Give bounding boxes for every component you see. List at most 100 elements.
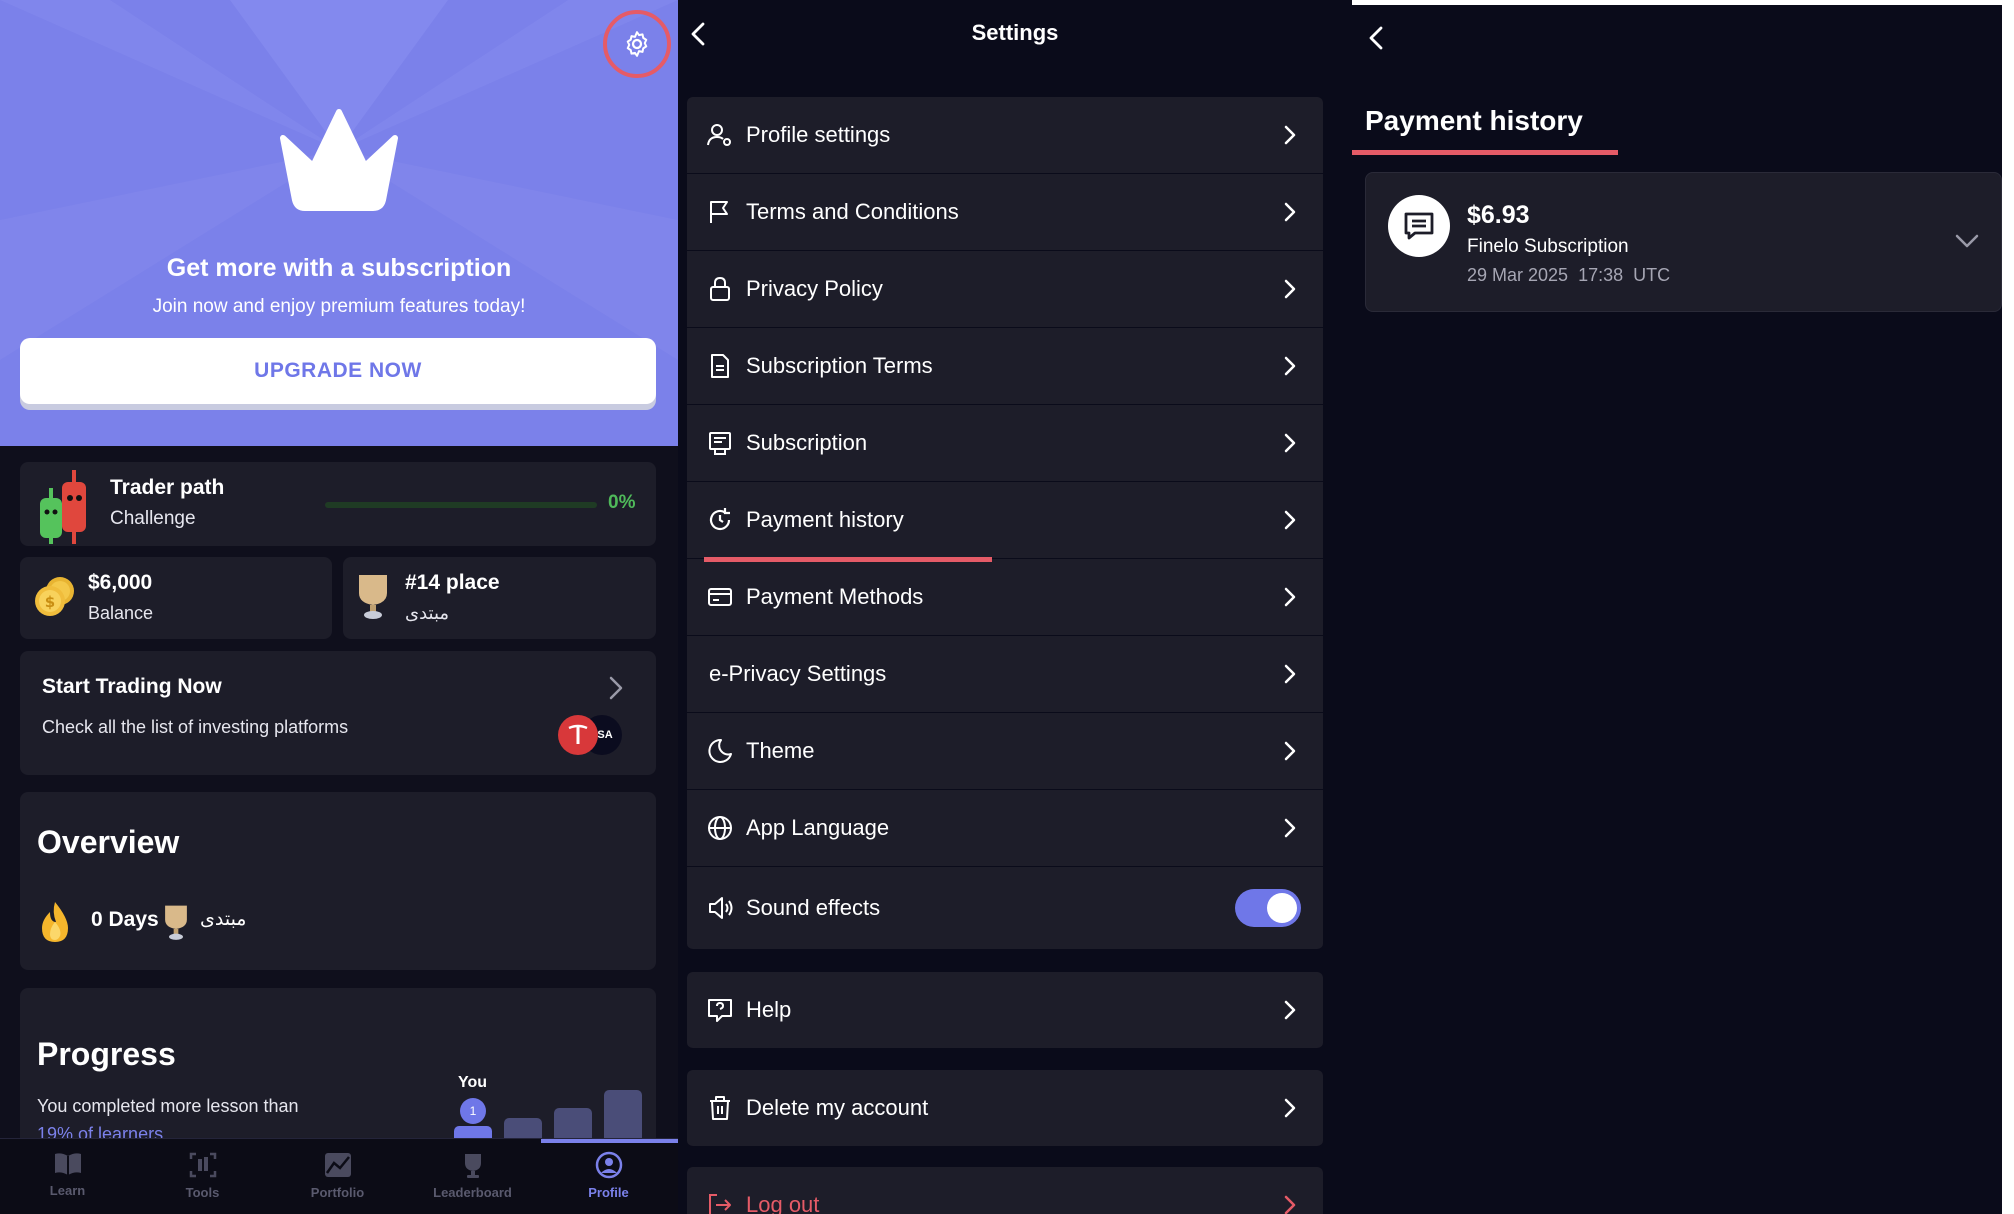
toggle-knob [1267, 893, 1297, 923]
place-level-label: مبتدى [405, 603, 450, 623]
leaderboard-place-card[interactable]: #14 place مبتدى [343, 557, 656, 639]
settings-item-payment-history[interactable]: Payment history [687, 482, 1323, 559]
chevron-right-icon [1284, 664, 1296, 684]
settings-item-log-out[interactable]: Log out [687, 1167, 1323, 1214]
settings-label: Terms and Conditions [746, 199, 959, 224]
chevron-right-icon [1284, 1098, 1296, 1118]
crown-icon [280, 109, 398, 211]
svg-text:$: $ [45, 593, 55, 611]
settings-item-subscription[interactable]: Subscription [687, 405, 1323, 482]
settings-screen: Settings Profile settings Terms and Cond… [678, 0, 1352, 1214]
overview-card: Overview 0 Days مبتدى [20, 792, 656, 970]
nav-profile[interactable]: Profile [541, 1151, 676, 1200]
streak-days: 0 Days [91, 908, 159, 931]
portfolio-icon [324, 1153, 351, 1177]
nav-tools[interactable]: Tools [135, 1151, 270, 1200]
user-settings-icon [707, 124, 731, 146]
level-cup-icon [165, 905, 187, 940]
payment-icon-circle [1388, 195, 1450, 257]
subscription-subtitle: Join now and enjoy premium features toda… [152, 296, 526, 317]
profile-icon [595, 1151, 622, 1179]
document-icon [711, 354, 729, 378]
settings-label: Help [746, 997, 792, 1022]
chevron-right-icon [1284, 279, 1296, 299]
start-trading-subtitle: Check all the list of investing platform… [42, 717, 349, 737]
settings-label: Subscription [746, 430, 868, 455]
settings-label: Theme [746, 738, 815, 763]
message-receipt-icon [1404, 212, 1434, 240]
overview-title: Overview [37, 824, 180, 860]
card-icon [708, 588, 732, 606]
settings-item-profile-settings[interactable]: Profile settings [687, 97, 1323, 174]
payment-timezone: UTC [1633, 265, 1671, 285]
settings-item-payment-methods[interactable]: Payment Methods [687, 559, 1323, 636]
chevron-right-icon [1284, 587, 1296, 607]
trash-icon [710, 1096, 730, 1120]
nav-label-portfolio: Portfolio [310, 1185, 365, 1200]
trader-path-progress-bar [325, 502, 597, 508]
back-arrow-icon[interactable] [1366, 22, 1386, 54]
payment-date: 29 Mar 2025 [1467, 265, 1569, 285]
settings-item-delete-account[interactable]: Delete my account [687, 1070, 1323, 1147]
place-value: #14 place [405, 571, 500, 594]
nav-learn[interactable]: Learn [0, 1151, 135, 1198]
profile-screen: Get more with a subscription Join now an… [0, 0, 678, 1214]
nav-leaderboard[interactable]: Leaderboard [405, 1151, 540, 1200]
payment-history-title: Payment history [1365, 105, 1583, 136]
nav-label-leaderboard: Leaderboard [433, 1185, 512, 1200]
settings-item-help[interactable]: Help [687, 972, 1323, 1049]
settings-gear-button[interactable] [603, 10, 671, 78]
settings-item-terms[interactable]: Terms and Conditions [687, 174, 1323, 251]
settings-item-sound-effects: Sound effects [687, 867, 1323, 950]
start-trading-card[interactable]: Start Trading Now Check all the list of … [20, 651, 656, 775]
settings-label: Delete my account [746, 1095, 929, 1120]
payment-history-screen: Payment history $6.93 Finelo Subscriptio… [1352, 0, 2014, 1214]
tesla-logo [558, 715, 598, 755]
payment-time: 17:38 [1578, 265, 1624, 285]
settings-label: Payment history [746, 507, 904, 532]
chevron-right-icon [1284, 433, 1296, 453]
logout-icon [709, 1194, 731, 1214]
payment-entry[interactable]: $6.93 Finelo Subscription 29 Mar 2025 17:… [1365, 172, 2002, 312]
candlestick-mascot-icon [40, 470, 86, 544]
balance-value: $6,000 [88, 571, 153, 594]
payment-history-highlight [704, 557, 992, 562]
nav-portfolio[interactable]: Portfolio [270, 1151, 405, 1200]
settings-item-theme[interactable]: Theme [687, 713, 1323, 790]
settings-item-app-language[interactable]: App Language [687, 790, 1323, 867]
balance-card[interactable]: $ $6,000 Balance [20, 557, 332, 639]
sound-effects-toggle[interactable] [1235, 889, 1301, 927]
flag-icon [710, 201, 728, 223]
chevron-right-icon [1284, 510, 1296, 530]
nav-label-tools: Tools [185, 1185, 220, 1200]
moon-icon [708, 738, 732, 763]
trader-path-card[interactable]: Trader path Challenge 0% [20, 462, 656, 546]
trophy-cup-icon [359, 575, 387, 619]
bottom-navigation: Learn Tools Portfolio Leaderboard Profil… [0, 1138, 678, 1214]
nav-label-profile: Profile [588, 1185, 629, 1200]
chevron-right-icon [1284, 125, 1296, 145]
tesla-t-icon [568, 724, 588, 744]
trader-path-subtitle: Challenge [110, 508, 196, 529]
history-icon [709, 508, 731, 531]
chevron-right-icon [609, 676, 623, 700]
settings-label: Log out [746, 1192, 820, 1214]
settings-label: Payment Methods [746, 584, 924, 609]
trader-path-title: Trader path [110, 476, 225, 499]
settings-item-privacy-policy[interactable]: Privacy Policy [687, 251, 1323, 328]
start-trading-title: Start Trading Now [42, 675, 222, 698]
settings-label: e-Privacy Settings [709, 661, 887, 686]
settings-title: Settings [971, 20, 1059, 45]
chevron-right-icon [1284, 741, 1296, 761]
upgrade-now-button[interactable]: UPGRADE NOW [20, 338, 656, 404]
nav-label-learn: Learn [49, 1183, 86, 1198]
chevron-down-icon[interactable] [1954, 233, 1980, 249]
settings-label: Privacy Policy [746, 276, 883, 301]
settings-item-subscription-terms[interactable]: Subscription Terms [687, 328, 1323, 405]
settings-label: Profile settings [746, 122, 891, 147]
settings-item-eprivacy[interactable]: e-Privacy Settings [687, 636, 1323, 713]
payment-amount: $6.93 [1467, 201, 1530, 229]
flame-icon [42, 902, 68, 942]
globe-icon [708, 816, 732, 840]
coins-icon: $ [35, 577, 74, 616]
